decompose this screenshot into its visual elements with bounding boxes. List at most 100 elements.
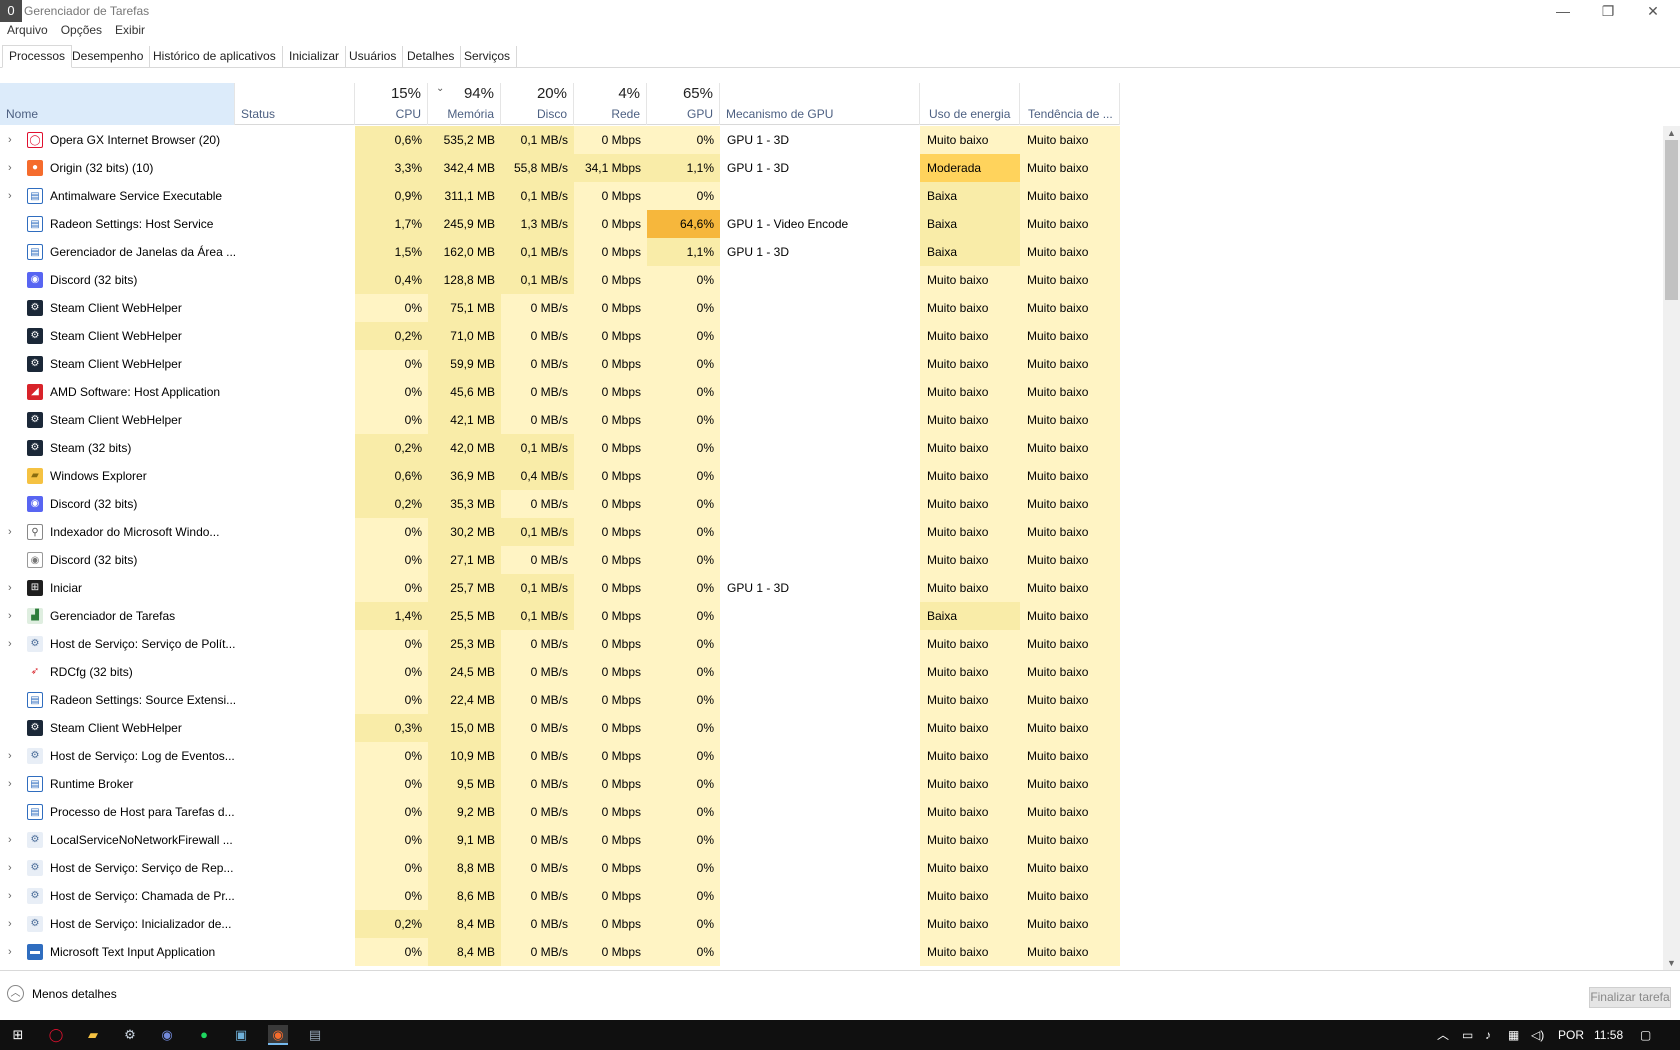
mem-cell: 9,5 MB [428,770,501,798]
col-gpu[interactable]: 65% GPU [647,83,720,125]
table-row[interactable]: ▤ Radeon Settings: Host Service 1,7% 245,9 … [0,210,1120,238]
expand-chevron-icon[interactable]: › [8,770,12,798]
expand-chevron-icon[interactable]: › [8,154,12,182]
table-row[interactable]: ▤ Gerenciador de Janelas da Área ... 1,5% 1… [0,238,1120,266]
process-name-cell: › ⚙ LocalServiceNoNetworkFirewall ... [0,826,235,854]
microphone-icon[interactable]: ♪ [1485,1020,1491,1050]
mem-cell: 342,4 MB [428,154,501,182]
disk-cell: 0 MB/s [501,546,574,574]
table-row[interactable]: ◉ Discord (32 bits) 0,4% 128,8 MB 0,1 MB/s 0 … [0,266,1120,294]
discord-icon[interactable]: ◉ [157,1025,177,1045]
table-row[interactable]: › ▤ Runtime Broker 0% 9,5 MB 0 MB/s 0 Mbps 0% Mu… [0,770,1120,798]
col-disco[interactable]: 20% Disco [501,83,574,125]
file-explorer-icon[interactable]: ▰ [83,1025,103,1045]
tab-historico[interactable]: Histórico de aplicativos [147,46,283,67]
table-row[interactable]: ➶ RDCfg (32 bits) 0% 24,5 MB 0 MB/s 0 Mbps 0% M… [0,658,1120,686]
col-gpu-engine[interactable]: Mecanismo de GPU [720,83,920,125]
gpu-engine-cell [720,938,920,966]
table-row[interactable]: ▤ Radeon Settings: Source Extensi... 0% 22,… [0,686,1120,714]
expand-chevron-icon[interactable]: › [8,826,12,854]
col-power[interactable]: Uso de energia [920,83,1020,125]
language-indicator[interactable]: POR [1558,1020,1584,1050]
taskmgr-icon[interactable]: ▤ [305,1025,325,1045]
app-icon[interactable]: ▣ [231,1025,251,1045]
expand-chevron-icon[interactable]: › [8,882,12,910]
table-row[interactable]: › ⚙ Host de Serviço: Inicializador de... 0,… [0,910,1120,938]
expand-chevron-icon[interactable]: › [8,182,12,210]
scroll-down-icon[interactable]: ▼ [1663,956,1680,970]
table-row[interactable]: › ⚙ Host de Serviço: Chamada de Pr... 0% 8,6… [0,882,1120,910]
window-title: Gerenciador de Tarefas [24,4,150,18]
col-status[interactable]: Status [235,83,355,125]
table-row[interactable]: ⚙ Steam Client WebHelper 0% 42,1 MB 0 MB/s 0 … [0,406,1120,434]
end-task-button[interactable]: Finalizar tarefa [1589,987,1671,1008]
table-row[interactable]: › ⚙ LocalServiceNoNetworkFirewall ... 0% 9,1… [0,826,1120,854]
origin-icon[interactable]: ◉ [268,1025,288,1045]
mem-cell: 35,3 MB [428,490,501,518]
table-row[interactable]: › ⚙ Host de Serviço: Serviço de Rep... 0% 8,… [0,854,1120,882]
table-row[interactable]: ◉ Discord (32 bits) 0% 27,1 MB 0 MB/s 0 Mbps 0… [0,546,1120,574]
scroll-up-icon[interactable]: ▲ [1663,126,1680,140]
col-memoria[interactable]: ⌄ 94% Memória [428,83,501,125]
table-row[interactable]: ▰ Windows Explorer 0,6% 36,9 MB 0,4 MB/s 0 Mb… [0,462,1120,490]
expand-chevron-icon[interactable]: › [8,630,12,658]
clock[interactable]: 11:58 [1594,1020,1623,1050]
table-row[interactable]: › ◯ Opera GX Internet Browser (20) 0,6% 535,… [0,126,1120,154]
chevron-up-tray-icon[interactable]: ︿ [1437,1020,1449,1050]
table-row[interactable]: ▤ Processo de Host para Tarefas d... 0% 9,2… [0,798,1120,826]
table-row[interactable]: › ▟ Gerenciador de Tarefas 1,4% 25,5 MB 0,1 M… [0,602,1120,630]
spotify-icon[interactable]: ● [194,1025,214,1045]
table-row[interactable]: ◢ AMD Software: Host Application 0% 45,6 MB… [0,378,1120,406]
tab-desempenho[interactable]: Desempenho [66,46,151,67]
tab-detalhes[interactable]: Detalhes [401,46,462,67]
table-row[interactable]: › ⊞ Iniciar 0% 25,7 MB 0,1 MB/s 0 Mbps 0% GPU 1 … [0,574,1120,602]
col-rede[interactable]: 4% Rede [574,83,647,125]
table-row[interactable]: › ▤ Antimalware Service Executable 0,9% 311,… [0,182,1120,210]
tab-usuarios[interactable]: Usuários [343,46,404,67]
table-row[interactable]: ⚙ Steam (32 bits) 0,2% 42,0 MB 0,1 MB/s 0 Mbp… [0,434,1120,462]
vertical-scrollbar[interactable]: ▲ ▼ [1663,126,1680,970]
mem-total: 94% [463,85,494,102]
table-row[interactable]: › ⚲ Indexador do Microsoft Windo... 0% 30,2 … [0,518,1120,546]
table-row[interactable]: › ⚙ Host de Serviço: Log de Eventos... 0% 10… [0,742,1120,770]
volume-icon[interactable]: ◁) [1531,1020,1544,1050]
opera-gx-icon[interactable]: ◯ [46,1025,66,1045]
table-row[interactable]: › ▬ Microsoft Text Input Application 0% 8,4 … [0,938,1120,966]
windows-start-icon[interactable]: ⊞ [8,1025,28,1045]
table-row[interactable]: ◉ Discord (32 bits) 0,2% 35,3 MB 0 MB/s 0 Mbp… [0,490,1120,518]
expand-chevron-icon[interactable]: › [8,574,12,602]
less-details-button[interactable]: ︿ Menos detalhes [7,985,117,1002]
tab-inicializar[interactable]: Inicializar [283,46,347,67]
table-row[interactable]: › ● Origin (32 bits) (10) 3,3% 342,4 MB 55,8 … [0,154,1120,182]
table-row[interactable]: ⚙ Steam Client WebHelper 0% 75,1 MB 0 MB/s 0 … [0,294,1120,322]
menu-arquivo[interactable]: Arquivo [7,23,48,37]
table-row[interactable]: ⚙ Steam Client WebHelper 0% 59,9 MB 0 MB/s 0 … [0,350,1120,378]
expand-chevron-icon[interactable]: › [8,854,12,882]
minimize-button[interactable]: — [1540,0,1586,22]
tab-servicos[interactable]: Serviços [458,46,518,67]
steam-icon[interactable]: ⚙ [120,1025,140,1045]
expand-chevron-icon[interactable]: › [8,938,12,966]
col-power-trend[interactable]: Tendência de ... [1020,83,1120,125]
table-row[interactable]: ⚙ Steam Client WebHelper 0,2% 71,0 MB 0 MB/s… [0,322,1120,350]
device-icon[interactable]: ▭ [1462,1020,1473,1050]
table-row[interactable]: › ⚙ Host de Serviço: Serviço de Polít... 0%… [0,630,1120,658]
process-name-cell: ⚙ Steam Client WebHelper [0,406,235,434]
table-row[interactable]: ⚙ Steam Client WebHelper 0,3% 15,0 MB 0 MB/s… [0,714,1120,742]
tab-processos[interactable]: Processos [2,45,73,68]
close-button[interactable]: ✕ [1630,0,1676,22]
col-nome[interactable]: Nome [0,83,235,125]
menu-exibir[interactable]: Exibir [115,23,145,37]
expand-chevron-icon[interactable]: › [8,742,12,770]
gpu-engine-cell [720,322,920,350]
col-cpu[interactable]: 15% CPU [355,83,428,125]
expand-chevron-icon[interactable]: › [8,910,12,938]
expand-chevron-icon[interactable]: › [8,518,12,546]
menu-opcoes[interactable]: Opções [61,23,102,37]
expand-chevron-icon[interactable]: › [8,126,12,154]
scroll-thumb[interactable] [1665,140,1678,300]
expand-chevron-icon[interactable]: › [8,602,12,630]
network-icon[interactable]: ▦ [1508,1020,1519,1050]
notification-icon[interactable]: ▢ [1640,1020,1651,1050]
restore-button[interactable]: ❐ [1585,0,1631,22]
